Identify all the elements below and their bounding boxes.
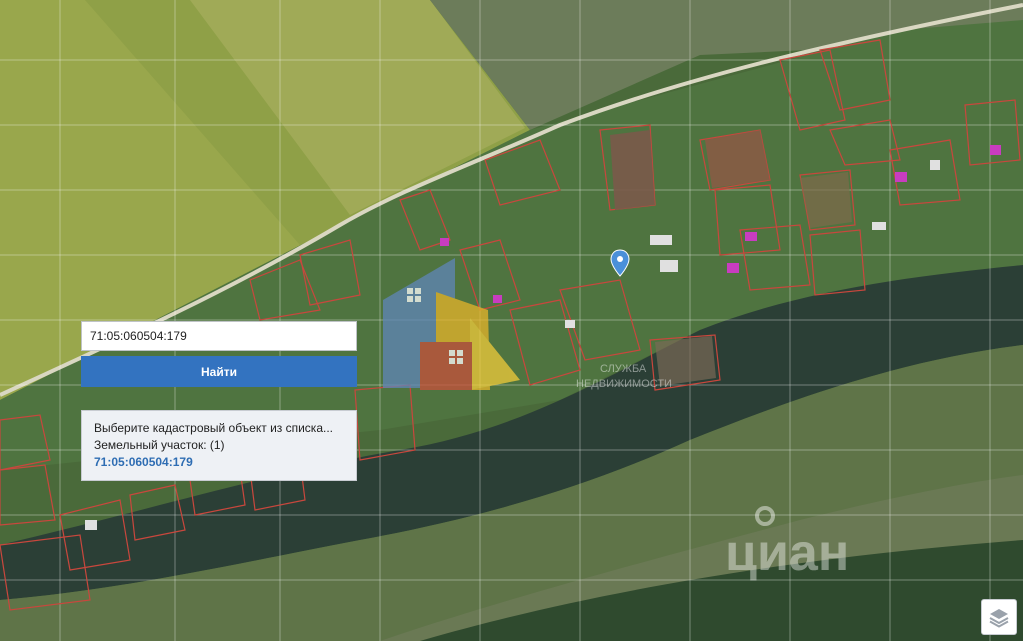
cadastral-number-input[interactable] [81, 321, 357, 351]
results-category: Земельный участок: (1) [94, 438, 225, 452]
cian-watermark: циан [725, 524, 849, 582]
watermark-line2: НЕДВИЖИМОСТИ [576, 378, 672, 390]
search-results-panel: Выберите кадастровый объект из списка...… [81, 410, 357, 481]
layers-button[interactable] [981, 599, 1017, 635]
result-item-link[interactable]: 71:05:060504:179 [94, 454, 344, 471]
layers-icon [989, 609, 1009, 628]
find-button[interactable]: Найти [81, 356, 357, 387]
results-prompt: Выберите кадастровый объект из списка... [94, 421, 333, 435]
watermark-line1: СЛУЖБА [600, 363, 647, 375]
